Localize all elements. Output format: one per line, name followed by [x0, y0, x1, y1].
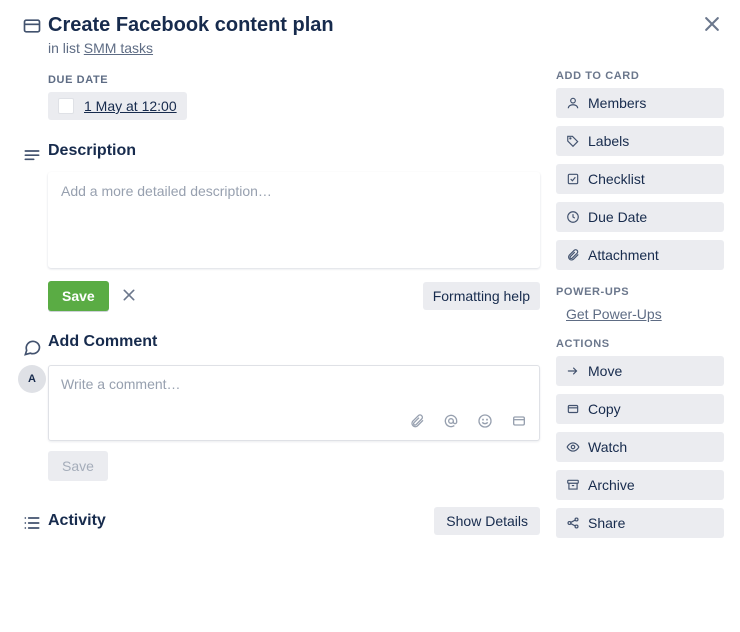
- avatar[interactable]: A: [18, 365, 46, 393]
- action-copy[interactable]: Copy: [556, 394, 724, 424]
- cancel-description-button[interactable]: [121, 287, 137, 306]
- mention-button[interactable]: [443, 413, 459, 432]
- card-icon: [566, 402, 580, 416]
- activity-icon: [22, 513, 42, 533]
- emoji-button[interactable]: [477, 413, 493, 432]
- add-to-card-checklist[interactable]: Checklist: [556, 164, 724, 194]
- action-move[interactable]: Move: [556, 356, 724, 386]
- comment-textarea[interactable]: [49, 366, 539, 406]
- add-to-card-due-date[interactable]: Due Date: [556, 202, 724, 232]
- card-link-button[interactable]: [511, 413, 527, 432]
- at-icon: [443, 413, 459, 429]
- powerups-heading: POWER-UPS: [556, 286, 724, 298]
- paperclip-icon: [566, 248, 580, 262]
- due-date-chip[interactable]: 1 May at 12:00: [48, 92, 187, 120]
- due-date-value: 1 May at 12:00: [84, 98, 177, 114]
- close-button[interactable]: [702, 14, 722, 37]
- action-label: Watch: [588, 439, 627, 455]
- add-to-card-label: Due Date: [588, 209, 647, 225]
- get-powerups-link[interactable]: Get Power-Ups: [566, 306, 662, 322]
- show-details-button[interactable]: Show Details: [434, 507, 540, 535]
- checklist-icon: [566, 172, 580, 186]
- add-to-card-label: Labels: [588, 133, 629, 149]
- action-label: Move: [588, 363, 622, 379]
- formatting-help-button[interactable]: Formatting help: [423, 282, 540, 310]
- due-date-label: DUE DATE: [48, 74, 540, 86]
- add-to-card-label: Attachment: [588, 247, 659, 263]
- add-to-card-label: Members: [588, 95, 646, 111]
- action-share[interactable]: Share: [556, 508, 724, 538]
- archive-icon: [566, 478, 580, 492]
- card-icon: [511, 413, 527, 429]
- activity-heading: Activity: [48, 512, 106, 530]
- in-list-prefix: in list: [48, 40, 84, 56]
- actions-heading: ACTIONS: [556, 338, 724, 350]
- list-link[interactable]: SMM tasks: [84, 40, 153, 56]
- add-to-card-attachment[interactable]: Attachment: [556, 240, 724, 270]
- smile-icon: [477, 413, 493, 429]
- user-icon: [566, 96, 580, 110]
- card-title[interactable]: Create Facebook content plan: [48, 12, 540, 38]
- description-textarea[interactable]: [48, 172, 540, 268]
- action-archive[interactable]: Archive: [556, 470, 724, 500]
- description-heading: Description: [48, 142, 540, 160]
- arrow-right-icon: [566, 364, 580, 378]
- save-description-button[interactable]: Save: [48, 281, 109, 311]
- tag-icon: [566, 134, 580, 148]
- save-comment-button: Save: [48, 451, 108, 481]
- action-watch[interactable]: Watch: [556, 432, 724, 462]
- add-to-card-label: Checklist: [588, 171, 645, 187]
- add-to-card-labels[interactable]: Labels: [556, 126, 724, 156]
- card-icon: [22, 16, 42, 36]
- paperclip-icon: [409, 413, 425, 429]
- action-label: Share: [588, 515, 625, 531]
- add-to-card-heading: ADD TO CARD: [556, 70, 724, 82]
- close-icon: [121, 287, 137, 303]
- comment-icon: [22, 337, 42, 357]
- list-location: in list SMM tasks: [48, 40, 540, 56]
- due-date-checkbox[interactable]: [58, 98, 74, 114]
- attachment-button[interactable]: [409, 413, 425, 432]
- action-label: Copy: [588, 401, 621, 417]
- close-icon: [702, 14, 722, 34]
- description-icon: [22, 146, 42, 166]
- add-to-card-members[interactable]: Members: [556, 88, 724, 118]
- add-comment-heading: Add Comment: [48, 333, 540, 351]
- eye-icon: [566, 440, 580, 454]
- share-icon: [566, 516, 580, 530]
- clock-icon: [566, 210, 580, 224]
- action-label: Archive: [588, 477, 635, 493]
